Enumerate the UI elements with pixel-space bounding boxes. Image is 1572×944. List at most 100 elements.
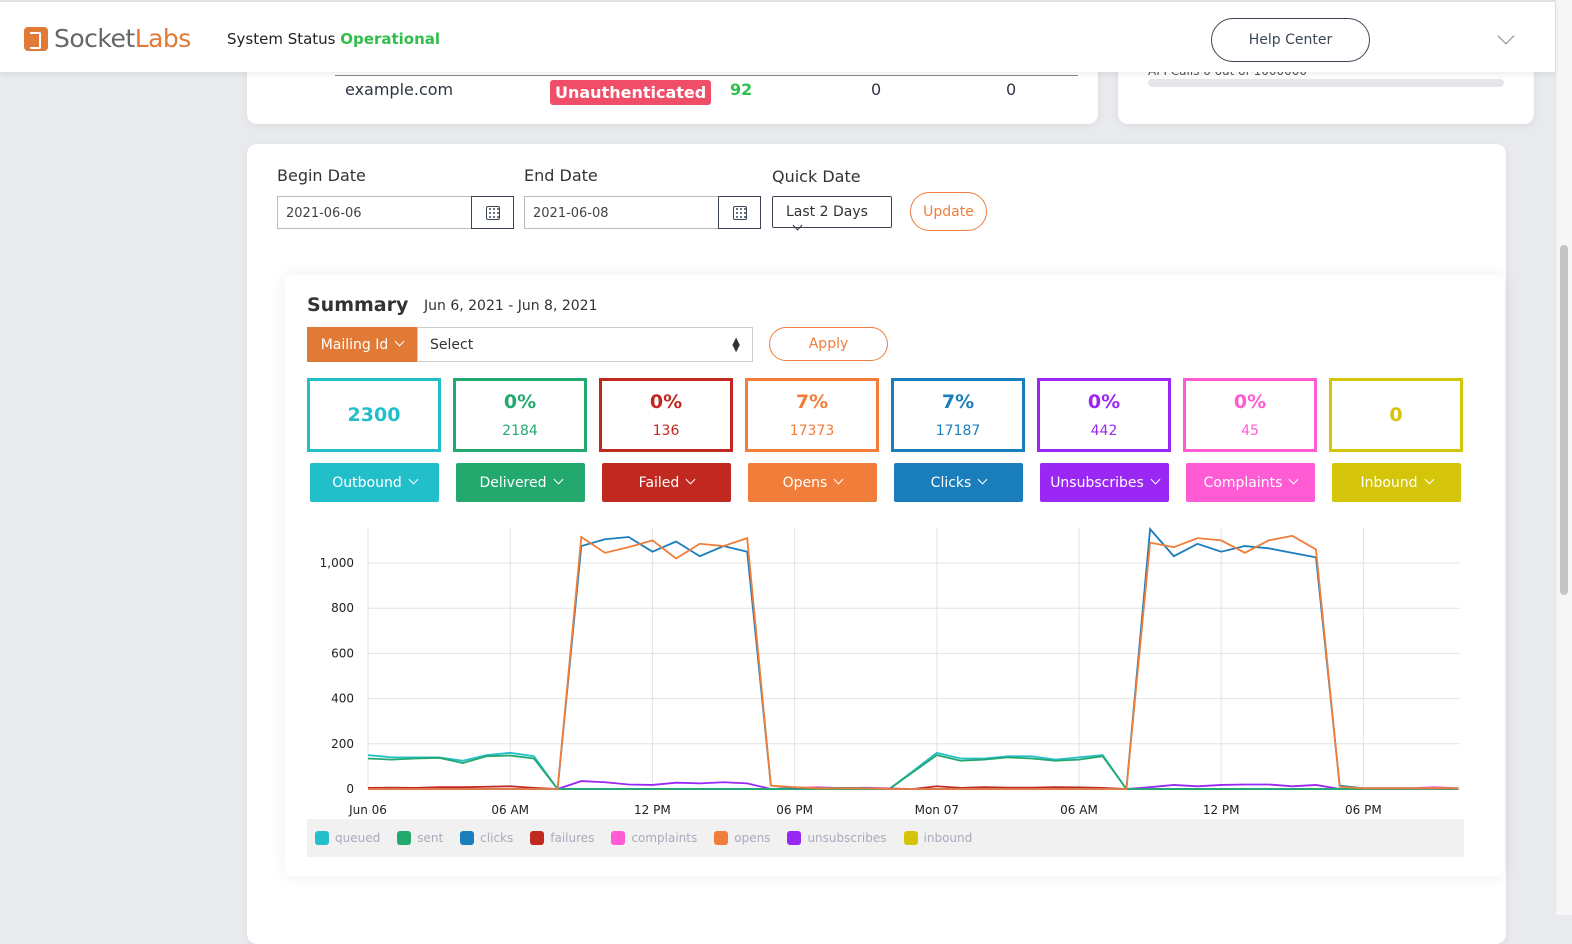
quick-date-label: Quick Date [772,167,861,186]
chevron-down-icon [833,474,844,485]
chevron-down-icon [685,474,696,485]
update-button[interactable]: Update [910,192,987,231]
category-dropdown-failed[interactable]: Failed [602,463,731,502]
brand-suffix: Labs [134,24,192,53]
domain-count: 92 [730,80,753,99]
chevron-down-icon [977,474,988,485]
summary-title: Summary [307,294,409,316]
begin-date-label: Begin Date [277,166,366,185]
logo-icon [24,26,48,51]
api-usage-bar [1148,79,1504,87]
category-dropdown-unsubscribes[interactable]: Unsubscribes [1040,463,1169,502]
legend-swatch [611,831,626,845]
chevron-down-icon [1288,474,1299,485]
category-label: Inbound [1360,474,1418,491]
stat-count: 17373 [789,423,835,439]
chart-legend: queued sent clicks failures complaints opens u… [307,819,1464,857]
y-tick-label: 0 [346,782,354,796]
stat-primary: 0% [1087,391,1121,413]
quick-date-select[interactable]: Last 2 Days [772,196,892,231]
legend-item-inbound[interactable]: inbound [903,827,973,849]
legend-item-sent[interactable]: sent [397,827,443,849]
page-scrollbar[interactable] [1555,0,1572,915]
end-date-field[interactable]: 2021-06-08 [524,196,761,229]
category-label: Opens [782,474,828,491]
category-dropdown-outbound[interactable]: Outbound [310,463,439,502]
stat-primary: 0% [649,391,683,413]
scrollbar-thumb[interactable] [1560,245,1568,595]
system-status[interactable]: System Status Operational [227,30,440,48]
events-line-chart: 0 200 400 600 800 1,000 Jun 06 06 AM 12 PM 06 PM M… [320,526,1460,817]
stat-primary: 0 [1389,404,1403,426]
category-dropdown-complaints[interactable]: Complaints [1186,463,1315,502]
status-label: System Status [227,30,336,48]
domain-name: example.com [345,80,454,99]
series-line-sent[interactable] [367,754,1459,790]
end-date-input[interactable]: 2021-06-08 [525,197,718,228]
stat-card-outbound: 2300 [307,378,441,452]
quick-date-value: Last 2 Days [786,204,868,220]
legend-item-complaints[interactable]: complaints [611,827,697,849]
legend-swatch [530,831,545,845]
category-label: Complaints [1203,474,1283,491]
stat-count: 17187 [935,423,981,439]
legend-swatch [787,831,802,845]
stat-count: 442 [1090,423,1118,439]
series-line-clicks[interactable] [368,526,1459,790]
series-line-opens[interactable] [368,534,1459,790]
stat-card-delivered: 0% 2184 [453,378,587,452]
end-date-label: End Date [524,166,598,185]
legend-item-clicks[interactable]: clicks [460,827,513,849]
category-dropdown-inbound[interactable]: Inbound [1332,463,1461,502]
stat-primary: 0% [1233,391,1267,413]
domain-col4: 0 [871,80,882,99]
begin-date-picker-button[interactable] [471,196,514,229]
x-tick-label: 12 PM [634,803,671,817]
y-tick-label: 600 [331,646,354,660]
sort-arrows-icon: ▲ ▼ [732,336,740,354]
legend-label: complaints [631,831,698,845]
legend-swatch [460,831,475,845]
stat-card-opens: 7% 17373 [745,378,879,452]
help-center-button[interactable]: Help Center [1211,18,1370,62]
begin-date-input[interactable]: 2021-06-06 [278,197,471,228]
chevron-down-icon [1150,474,1161,485]
legend-label: inbound [923,831,973,845]
x-tick-label: 06 PM [1345,803,1382,817]
mailing-id-dropdown[interactable]: Mailing Id [307,327,417,362]
begin-date-field[interactable]: 2021-06-06 [277,196,514,229]
y-tick-label: 800 [331,601,354,615]
legend-swatch [315,831,329,845]
legend-swatch [714,831,729,845]
y-tick-label: 200 [331,737,354,751]
x-tick-label: 06 AM [1060,803,1098,817]
status-value: Operational [340,30,441,48]
stat-primary: 7% [795,391,829,413]
summary-date-range: Jun 6, 2021 - Jun 8, 2021 [424,298,598,314]
chevron-down-icon [1424,474,1434,485]
category-label: Unsubscribes [1050,474,1144,491]
x-tick-label: 12 PM [1203,803,1240,817]
legend-label: unsubscribes [807,831,887,845]
legend-item-opens[interactable]: opens [714,827,770,849]
legend-label: failures [550,831,595,845]
category-dropdown-delivered[interactable]: Delivered [456,463,585,502]
stat-primary: 7% [941,391,975,413]
legend-item-unsubscribes[interactable]: unsubscribes [787,827,887,849]
domain-col5: 0 [1006,80,1017,99]
stat-count: 45 [1241,423,1259,439]
category-label: Failed [638,474,680,491]
socketlabs-logo[interactable]: SocketLabs [24,24,191,53]
legend-item-failures[interactable]: failures [530,827,594,849]
category-dropdown-opens[interactable]: Opens [748,463,877,502]
table-header-rule [335,75,1078,76]
mailing-id-select[interactable]: Select ▲ ▼ [417,327,753,362]
y-tick-label: 1,000 [320,556,354,570]
stat-card-inbound: 0 [1329,378,1463,452]
end-date-picker-button[interactable] [718,196,761,229]
apply-button[interactable]: Apply [769,327,888,361]
category-dropdown-clicks[interactable]: Clicks [894,463,1023,502]
select-value: Select [430,337,474,353]
account-chevron-down-icon[interactable] [1497,27,1515,45]
legend-item-queued[interactable]: queued [315,827,380,849]
